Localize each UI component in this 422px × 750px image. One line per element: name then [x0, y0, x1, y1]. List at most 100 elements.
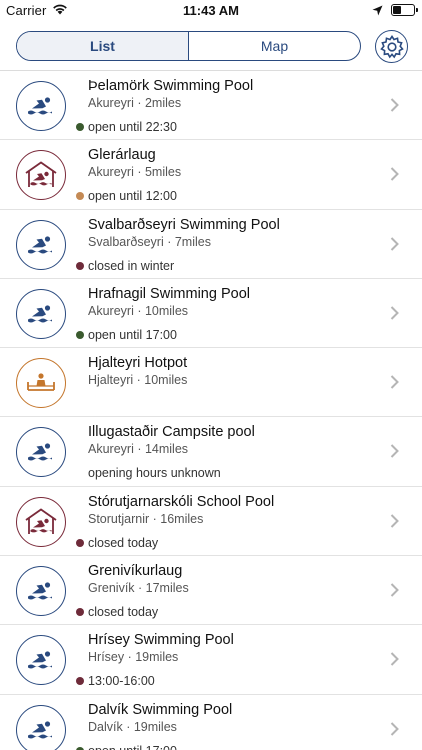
separator-dot: · [133, 96, 145, 110]
pool-name: Svalbarðseyri Swimming Pool [88, 216, 280, 233]
pool-location-distance: Storutjarnir · 16miles [88, 512, 203, 526]
pool-location: Akureyri [88, 96, 134, 110]
view-segmented-control: List Map [16, 31, 361, 61]
list-item[interactable]: Grenivíkurlaug Grenivík · 17miles closed t… [0, 556, 422, 626]
pool-name: Þelamörk Swimming Pool [88, 78, 254, 94]
status-text: closed today [88, 535, 159, 550]
list-item[interactable]: Þelamörk Swimming Pool Akureyri · 2miles o… [0, 71, 422, 141]
status-text: closed today [88, 605, 159, 620]
pool-location: Akureyri [88, 303, 134, 318]
pool-name: Hrísey Swimming Pool [88, 632, 234, 649]
chevron-right-icon [390, 236, 399, 256]
opening-status: open until 17:00 [76, 744, 177, 750]
pool-name: Grenivíkurlaug [88, 563, 183, 580]
pool-distance: 16miles [160, 511, 204, 526]
pool-distance: 10miles [144, 373, 188, 388]
separator-dot: · [133, 165, 145, 180]
pool-name: Hrafnagil Swimming Pool [88, 285, 250, 302]
pool-location: Hjalteyri [88, 373, 134, 388]
chevron-right-icon [390, 306, 399, 325]
pool-location-distance: Grenivík · 17miles [88, 581, 189, 595]
status-dot [76, 123, 84, 131]
pool-location: Dalvík [88, 719, 123, 734]
status-dot [76, 677, 84, 686]
list-item[interactable]: Stórutjarnarskóli School Pool Storutjarni… [0, 487, 422, 557]
pool-distance: 2miles [144, 96, 182, 110]
indoor-pool-icon [16, 496, 66, 547]
list-item[interactable]: Hrafnagil Swimming Pool Akureyri · 10mile… [0, 279, 422, 349]
list-item[interactable]: Hjalteyri Hotpot Hjalteyri · 10miles [0, 348, 422, 418]
pool-swimmer-icon [16, 288, 66, 339]
pool-swimmer-icon [16, 566, 66, 617]
pool-location-distance: Akureyri · 2miles [88, 96, 181, 110]
opening-status: opening hours unknown [76, 466, 221, 480]
tab-list[interactable]: List [17, 32, 188, 60]
location-arrow-icon [372, 4, 383, 19]
status-dot [76, 469, 84, 477]
pool-name: Illugastaðir Campsite pool [88, 424, 255, 441]
chevron-right-icon [390, 514, 399, 533]
opening-status: open until 12:00 [76, 189, 177, 203]
pool-swimmer-icon [16, 219, 66, 270]
separator-dot: · [133, 303, 145, 318]
list-item[interactable]: Hrísey Swimming Pool Hrísey · 19miles 13:0… [0, 625, 422, 695]
header: List Map [0, 22, 422, 70]
list-item[interactable]: Illugastaðir Campsite pool Akureyri · 14m… [0, 417, 422, 487]
pool-location-distance: Hjalteyri · 10miles [88, 373, 187, 387]
tab-map[interactable]: Map [189, 32, 360, 60]
indoor-pool-icon [16, 150, 66, 201]
list-item[interactable]: Svalbarðseyri Swimming Pool Svalbarðseyri… [0, 210, 422, 279]
pool-location-distance: Akureyri · 5miles [88, 165, 181, 179]
chevron-right-icon [390, 167, 399, 186]
pool-location: Akureyri [88, 442, 134, 457]
pool-location-distance: Akureyri · 10miles [88, 304, 188, 318]
pool-name: Stórutjarnarskóli School Pool [88, 493, 275, 510]
opening-status: closed today [76, 605, 158, 619]
separator-dot: · [122, 719, 134, 734]
opening-status: closed in winter [76, 259, 174, 273]
status-dot [76, 261, 84, 270]
opening-status: open until 22:30 [76, 120, 177, 134]
opening-status: open until 17:00 [76, 328, 177, 342]
pool-distance: 17miles [145, 581, 189, 596]
list-item[interactable]: Glerárlaug Akureyri · 5miles open until 12… [0, 140, 422, 210]
clock: 11:43 AM [183, 3, 239, 18]
status-dot [76, 330, 84, 339]
pool-location: Grenivík [88, 581, 135, 596]
chevron-right-icon [390, 652, 399, 671]
chevron-right-icon [390, 583, 399, 602]
hotpot-icon [16, 358, 66, 409]
pool-location-distance: Svalbarðseyri · 7miles [88, 235, 211, 249]
pool-swimmer-icon [16, 81, 66, 131]
pool-distance: 10miles [144, 303, 189, 318]
list-item[interactable]: Dalvík Swimming PoolDalvík · 19milesopen… [0, 695, 422, 750]
separator-dot: · [133, 442, 145, 457]
status-text: closed in winter [88, 258, 175, 273]
gear-icon [379, 34, 404, 58]
separator-dot: · [134, 581, 146, 596]
settings-button[interactable] [375, 30, 408, 63]
battery-icon [391, 4, 418, 16]
status-text: opening hours unknown [88, 466, 221, 481]
opening-status: closed today [76, 536, 158, 550]
chevron-right-icon [390, 375, 399, 394]
chevron-right-icon [390, 721, 399, 741]
pool-swimmer-icon [16, 635, 66, 686]
pool-location-distance: Akureyri · 14miles [88, 442, 188, 456]
chevron-right-icon [390, 98, 399, 117]
status-text: open until 17:00 [88, 327, 177, 342]
pool-distance: 14miles [144, 442, 189, 457]
status-dot [76, 538, 84, 547]
pool-swimmer-icon [16, 427, 66, 478]
separator-dot: · [163, 234, 175, 249]
pool-name: Hjalteyri Hotpot [88, 355, 188, 372]
status-bar: Carrier 11:43 AM [0, 0, 422, 22]
pool-name: Glerárlaug [88, 147, 156, 164]
pool-distance: 19miles [135, 650, 179, 665]
separator-dot: · [133, 373, 145, 388]
status-text: open until 17:00 [88, 744, 177, 750]
pool-list[interactable]: Þelamörk Swimming Pool Akureyri · 2miles o… [0, 70, 422, 750]
pool-name: Dalvík Swimming Pool [88, 701, 233, 718]
status-text: 13:00-16:00 [88, 674, 155, 689]
pool-location-distance: Hrísey · 19miles [88, 650, 178, 664]
